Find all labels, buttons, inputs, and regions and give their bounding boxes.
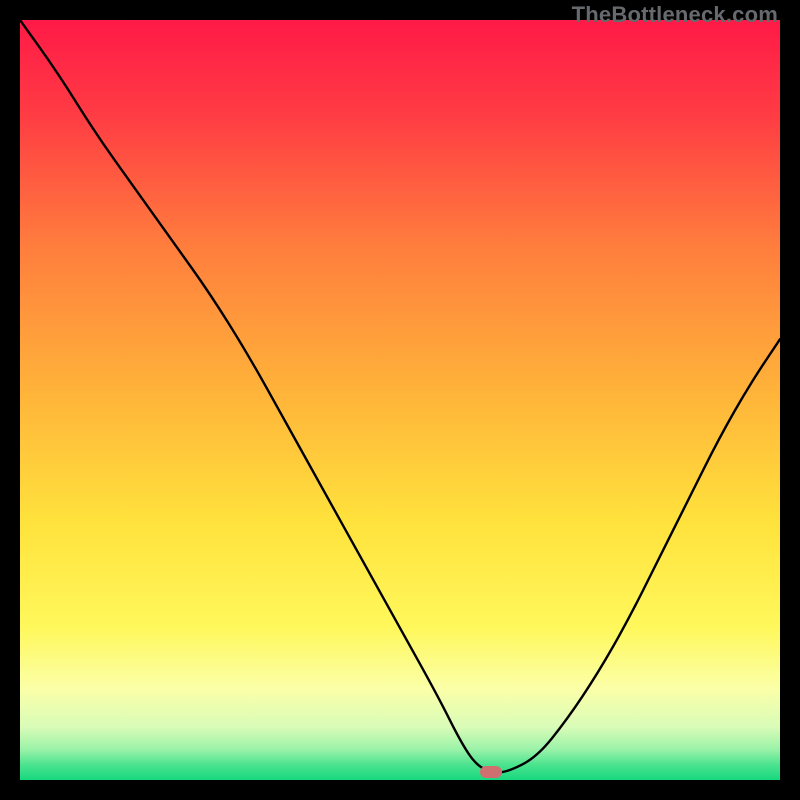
curve-layer <box>20 20 780 780</box>
plot-area <box>20 20 780 780</box>
bottleneck-curve <box>20 20 780 772</box>
outer-frame: TheBottleneck.com <box>0 0 800 800</box>
watermark-text: TheBottleneck.com <box>572 2 778 28</box>
optimum-marker <box>480 766 502 778</box>
